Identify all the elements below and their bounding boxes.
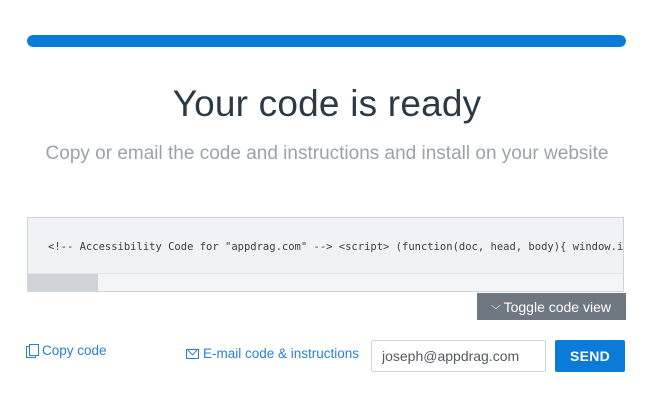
email-code-label: E-mail code & instructions (203, 346, 360, 361)
code-snippet[interactable]: <!-- Accessibility Code for "appdrag.com… (48, 241, 623, 253)
email-code-link[interactable]: E-mail code & instructions (186, 346, 359, 361)
toggle-code-view-label: Toggle code view (503, 298, 611, 315)
send-button[interactable]: SEND (555, 340, 625, 372)
scrollbar-thumb[interactable] (28, 274, 98, 291)
code-box[interactable]: <!-- Accessibility Code for "appdrag.com… (27, 217, 624, 292)
copy-code-label: Copy code (42, 343, 107, 358)
toggle-code-view-button[interactable]: ⌵ Toggle code view (477, 293, 626, 320)
email-input[interactable] (371, 340, 546, 372)
horizontal-scrollbar[interactable] (28, 273, 623, 291)
progress-fill (27, 35, 626, 47)
page-title: Your code is ready (172, 83, 482, 124)
copy-code-link[interactable]: Copy code (26, 343, 107, 358)
chevron-down-icon: ⌵ (490, 301, 501, 312)
copy-icon (26, 344, 39, 358)
page-subtitle: Copy or email the code and instructions … (45, 143, 609, 164)
mail-icon (186, 348, 199, 359)
progress-bar (27, 35, 626, 47)
